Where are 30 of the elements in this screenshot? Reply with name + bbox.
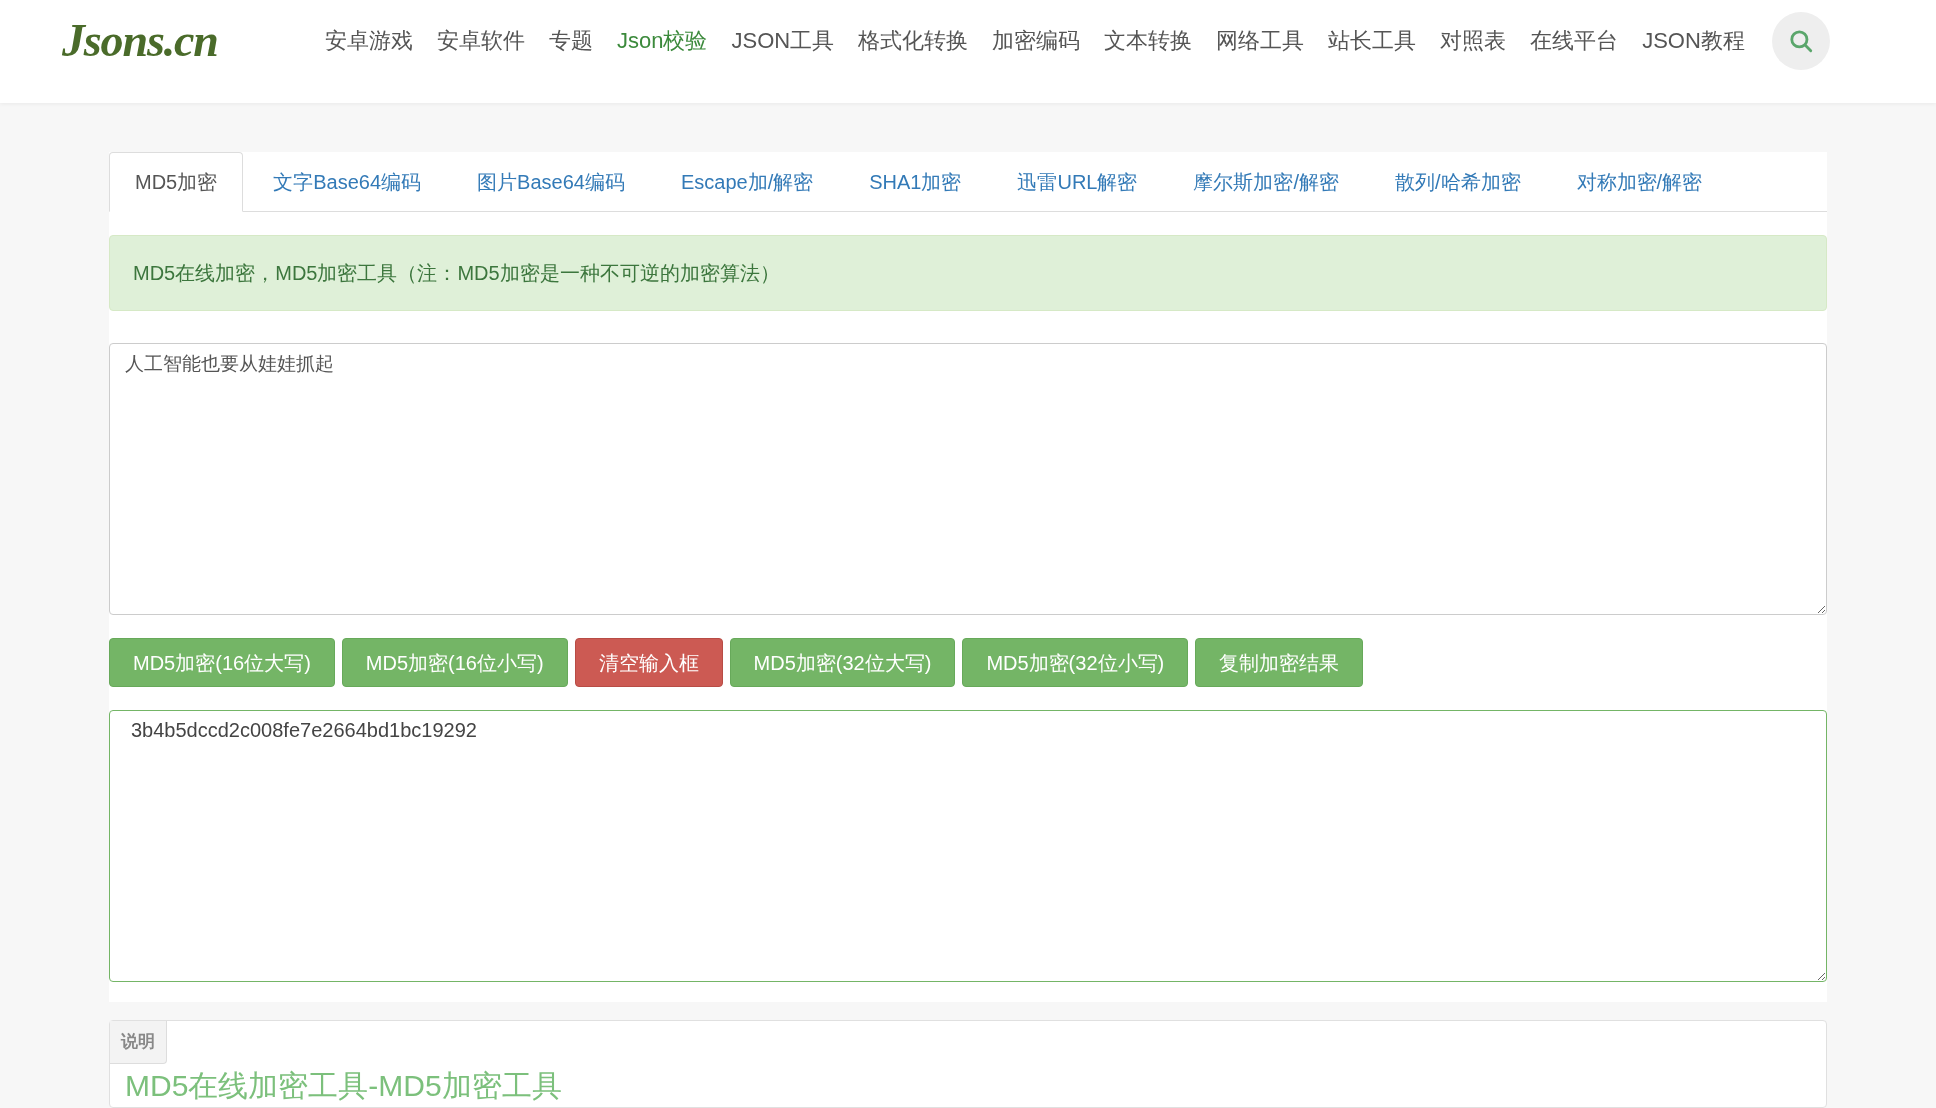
nav-link[interactable]: 加密编码 <box>992 24 1081 57</box>
action-button[interactable]: 清空输入框 <box>574 638 723 687</box>
panel-label: 说明 <box>110 1021 167 1064</box>
tab[interactable]: 文字Base64编码 <box>247 152 448 212</box>
tab[interactable]: MD5加密 <box>109 152 244 212</box>
tab[interactable]: 迅雷URL解密 <box>991 152 1164 212</box>
nav-link[interactable]: 格式化转换 <box>858 24 969 57</box>
nav-link[interactable]: 站长工具 <box>1328 24 1417 57</box>
tab[interactable]: 散列/哈希加密 <box>1369 152 1547 212</box>
nav-link[interactable]: 网络工具 <box>1216 24 1305 57</box>
notice-banner: MD5在线加密，MD5加密工具（注：MD5加密是一种不可逆的加密算法） <box>109 235 1827 311</box>
section-heading: MD5在线加密工具-MD5加密工具 <box>125 1067 562 1104</box>
search-icon <box>1788 27 1814 54</box>
nav-link[interactable]: 安卓游戏 <box>325 24 413 57</box>
tab[interactable]: Escape加/解密 <box>654 152 840 212</box>
tab[interactable]: SHA1加密 <box>843 152 988 212</box>
nav-link[interactable]: 在线平台 <box>1530 24 1619 57</box>
tab[interactable]: 图片Base64编码 <box>451 152 651 212</box>
nav-link[interactable]: 对照表 <box>1440 24 1507 57</box>
input-textarea[interactable]: 人工智能也要从娃娃抓起 <box>109 343 1827 615</box>
nav-link[interactable]: 文本转换 <box>1104 24 1193 57</box>
nav-link[interactable]: 专题 <box>549 24 593 57</box>
nav-link[interactable]: JSON工具 <box>731 24 835 57</box>
tab[interactable]: 摩尔斯加密/解密 <box>1167 152 1365 212</box>
site-logo[interactable]: Jsons.cn <box>62 6 262 75</box>
result-textarea[interactable]: 3b4b5dccd2c008fe7e2664bd1bc19292 <box>109 710 1827 982</box>
tab[interactable]: 对称加密/解密 <box>1550 152 1729 212</box>
nav-link[interactable]: JSON教程 <box>1642 24 1745 57</box>
nav-link[interactable]: 安卓软件 <box>437 24 525 57</box>
nav-link[interactable]: Json校验 <box>617 24 708 57</box>
